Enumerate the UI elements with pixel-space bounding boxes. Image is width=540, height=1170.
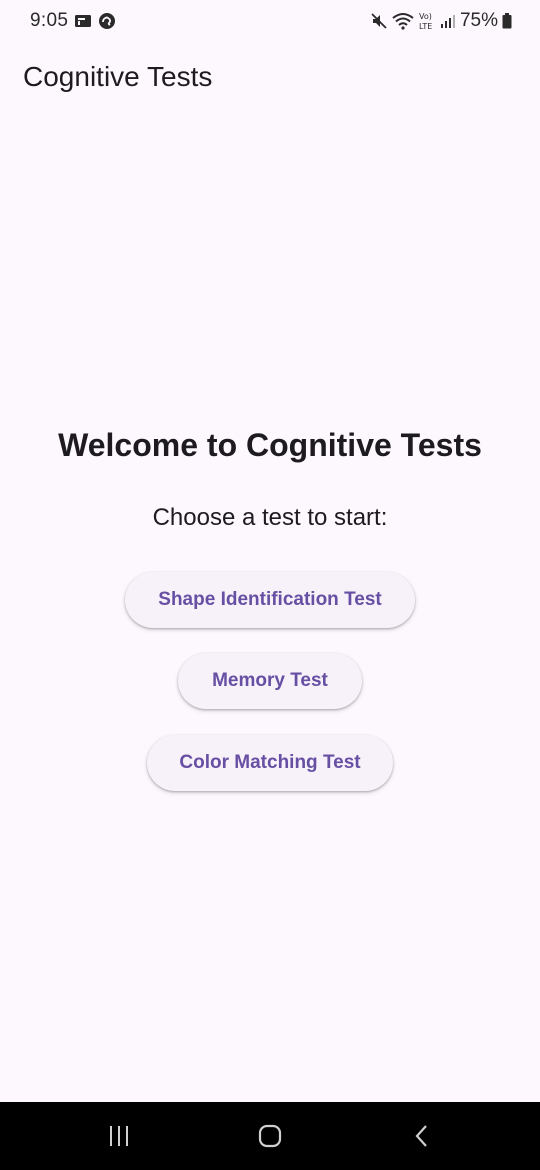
status-left: 9:05: [30, 10, 116, 32]
memory-test-button[interactable]: Memory Test: [178, 653, 362, 709]
status-time: 9:05: [30, 10, 69, 31]
notification-card-icon: [74, 13, 92, 29]
status-right: Vo) LTE 75%: [370, 10, 512, 32]
navigation-bar: [0, 1102, 540, 1170]
app-title: Cognitive Tests: [23, 61, 213, 92]
svg-text:Vo): Vo): [419, 12, 432, 21]
welcome-heading: Welcome to Cognitive Tests: [58, 427, 482, 463]
signal-icon: [440, 13, 456, 29]
status-bar: 9:05 Vo) LTE 75%: [0, 0, 540, 44]
mute-icon: [370, 12, 388, 30]
home-icon[interactable]: [254, 1120, 286, 1152]
back-icon[interactable]: [406, 1120, 438, 1152]
app-notification-icon: [98, 12, 116, 30]
svg-text:LTE: LTE: [419, 22, 432, 31]
app-bar: Cognitive Tests: [0, 44, 540, 116]
color-matching-test-button[interactable]: Color Matching Test: [147, 735, 393, 791]
recent-apps-icon[interactable]: [103, 1120, 135, 1152]
volte-lte-icon: Vo) LTE: [418, 11, 436, 31]
wifi-icon: [392, 12, 414, 30]
battery-percent: 75%: [459, 10, 498, 31]
shape-identification-test-button[interactable]: Shape Identification Test: [125, 572, 415, 628]
choose-test-subtitle: Choose a test to start:: [152, 504, 388, 531]
battery-icon: [502, 13, 512, 29]
